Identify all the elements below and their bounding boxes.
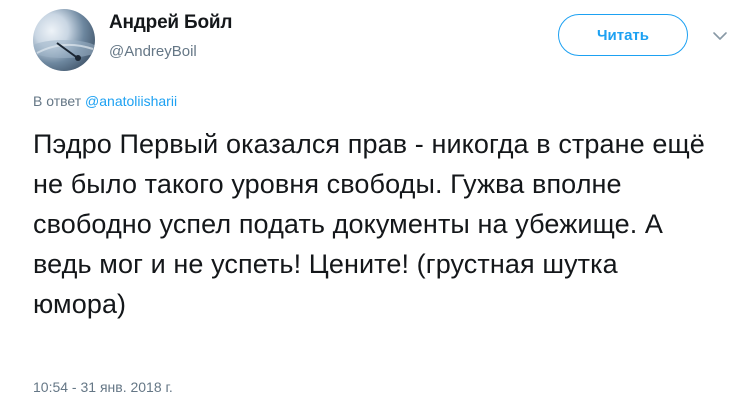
avatar-image xyxy=(33,40,95,61)
reply-context: В ответ @anatoliisharii xyxy=(33,93,177,109)
chevron-down-icon[interactable] xyxy=(711,29,729,43)
reply-mention-link[interactable]: @anatoliisharii xyxy=(85,93,177,109)
reply-prefix: В ответ xyxy=(33,93,82,109)
author-name[interactable]: Андрей Бойл xyxy=(109,12,232,34)
tweet-card: Андрей Бойл @AndreyBoil Читать В ответ @… xyxy=(0,0,744,413)
follow-button[interactable]: Читать xyxy=(558,14,688,56)
author-handle[interactable]: @AndreyBoil xyxy=(109,43,197,60)
tweet-text: Пэдро Первый оказался прав - никогда в с… xyxy=(33,129,705,319)
tweet-timestamp[interactable]: 10:54 - 31 янв. 2018 г. xyxy=(33,379,173,395)
avatar[interactable] xyxy=(33,9,95,71)
